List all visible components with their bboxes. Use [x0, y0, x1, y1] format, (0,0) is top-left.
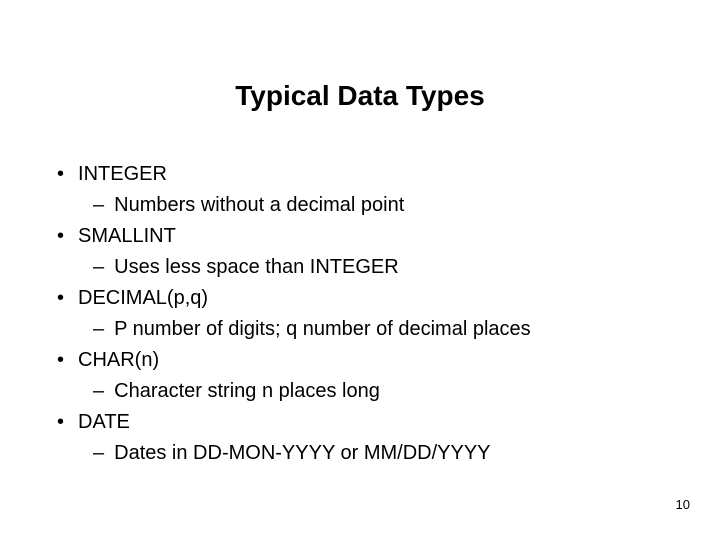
list-sub-item: – Character string n places long — [93, 377, 665, 406]
dash-icon: – — [93, 439, 104, 468]
list-item: • CHAR(n) — [55, 346, 665, 375]
bullet-icon: • — [57, 408, 64, 437]
item-label: SMALLINT — [78, 222, 176, 251]
list-item: • DECIMAL(p,q) — [55, 284, 665, 313]
bullet-icon: • — [57, 160, 64, 189]
item-label: DECIMAL(p,q) — [78, 284, 208, 313]
dash-icon: – — [93, 315, 104, 344]
sub-item-label: Character string n places long — [114, 377, 380, 406]
list-item: • DATE — [55, 408, 665, 437]
dash-icon: – — [93, 377, 104, 406]
item-label: INTEGER — [78, 160, 167, 189]
dash-icon: – — [93, 191, 104, 220]
bullet-icon: • — [57, 284, 64, 313]
list-sub-item: – Uses less space than INTEGER — [93, 253, 665, 282]
sub-item-label: Numbers without a decimal point — [114, 191, 404, 220]
list-sub-item: – Dates in DD-MON-YYYY or MM/DD/YYYY — [93, 439, 665, 468]
dash-icon: – — [93, 253, 104, 282]
slide-title: Typical Data Types — [55, 80, 665, 112]
list-item: • SMALLINT — [55, 222, 665, 251]
sub-item-label: Uses less space than INTEGER — [114, 253, 399, 282]
sub-item-label: Dates in DD-MON-YYYY or MM/DD/YYYY — [114, 439, 490, 468]
page-number: 10 — [676, 497, 690, 512]
list-item: • INTEGER — [55, 160, 665, 189]
bullet-icon: • — [57, 346, 64, 375]
item-label: CHAR(n) — [78, 346, 159, 375]
sub-item-label: P number of digits; q number of decimal … — [114, 315, 531, 344]
list-sub-item: – P number of digits; q number of decima… — [93, 315, 665, 344]
bullet-icon: • — [57, 222, 64, 251]
item-label: DATE — [78, 408, 130, 437]
list-sub-item: – Numbers without a decimal point — [93, 191, 665, 220]
slide-content: • INTEGER – Numbers without a decimal po… — [55, 160, 665, 468]
